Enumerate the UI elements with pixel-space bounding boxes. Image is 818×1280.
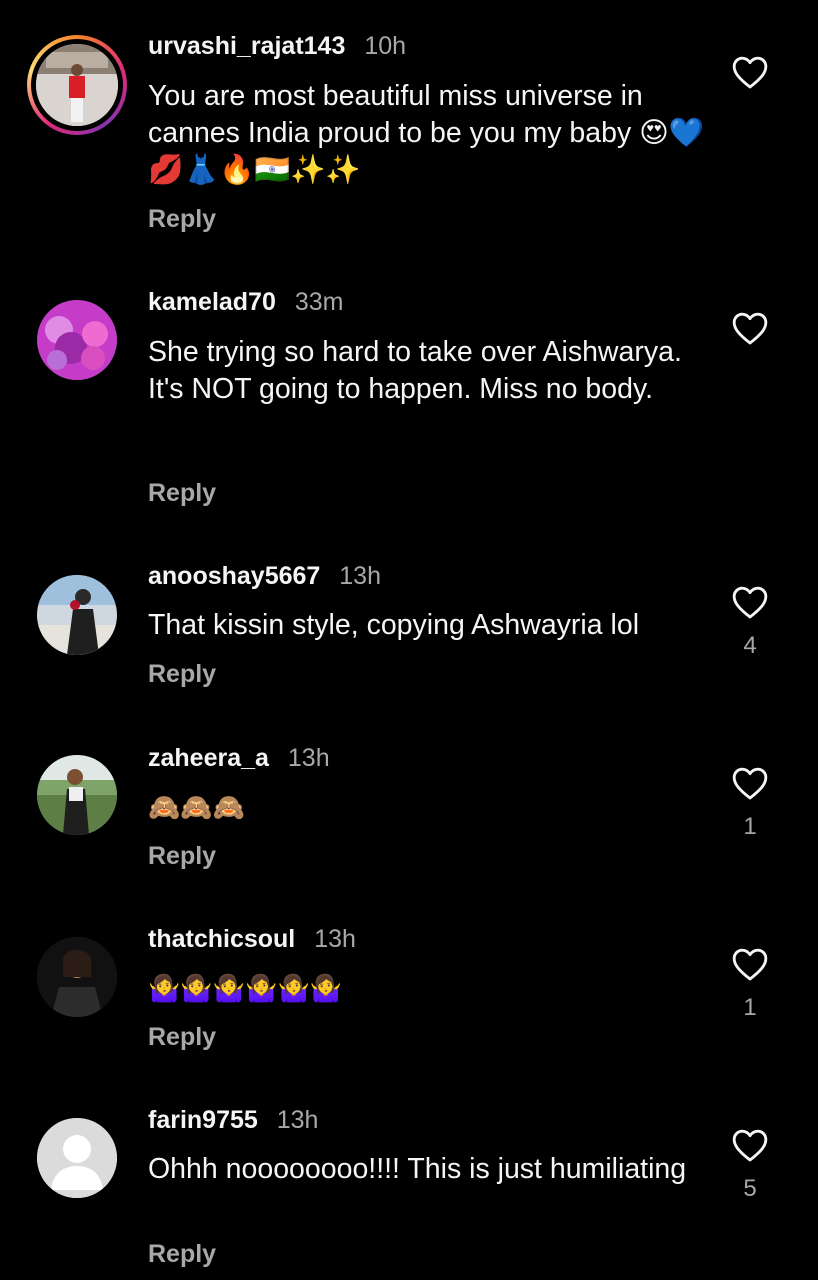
heart-icon[interactable] (731, 946, 769, 982)
comment-username[interactable]: thatchicsoul (148, 925, 295, 953)
comment-username[interactable]: farin9755 (148, 1106, 258, 1134)
heart-icon[interactable] (731, 1127, 769, 1163)
avatar[interactable] (37, 300, 117, 380)
heart-icon[interactable] (731, 54, 769, 90)
heart-icon[interactable] (731, 765, 769, 801)
heart-icon[interactable] (731, 584, 769, 620)
comment-timestamp: 10h (364, 32, 407, 60)
comment-text: 🤷‍♀️🤷‍♀️🤷‍♀️🤷‍♀️🤷‍♀️🤷‍♀️ (148, 974, 343, 1004)
reply-button[interactable]: Reply (148, 479, 216, 508)
like-count: 4 (743, 632, 757, 659)
comment-text: That kissin style, copying Ashwayria lol (148, 609, 640, 641)
comment-timestamp: 13h (276, 1106, 319, 1134)
like-count: 5 (743, 1175, 757, 1202)
avatar[interactable] (37, 755, 117, 835)
like-count: 1 (743, 813, 757, 840)
comment-username[interactable]: kamelad70 (148, 288, 276, 316)
avatar (36, 44, 118, 126)
comment-text: 🙈🙈🙈 (148, 793, 246, 823)
like-count: 1 (743, 994, 757, 1021)
comment-username[interactable]: urvashi_rajat143 (148, 32, 345, 60)
comment-text: Ohhh noooooooo!!!! This is just humiliat… (148, 1153, 687, 1185)
comment-username[interactable]: anooshay5667 (148, 562, 320, 590)
avatar[interactable] (37, 575, 117, 655)
person-silhouette-icon (37, 1118, 117, 1198)
avatar[interactable] (37, 1118, 117, 1198)
comment-text: She trying so hard to take over Aishwary… (148, 336, 682, 405)
comment-username[interactable]: zaheera_a (148, 744, 269, 772)
reply-button[interactable]: Reply (148, 660, 216, 689)
story-ring-avatar[interactable] (27, 35, 127, 135)
comment-timestamp: 13h (314, 925, 356, 953)
avatar[interactable] (37, 937, 117, 1017)
comment-text: You are most beautiful miss universe in … (148, 80, 705, 186)
reply-button[interactable]: Reply (148, 205, 216, 234)
reply-button[interactable]: Reply (148, 1240, 216, 1269)
heart-icon[interactable] (731, 310, 769, 346)
comment-timestamp: 33m (294, 288, 344, 316)
reply-button[interactable]: Reply (148, 842, 216, 871)
comment-timestamp: 13h (287, 744, 330, 772)
comment-timestamp: 13h (339, 562, 381, 590)
reply-button[interactable]: Reply (148, 1023, 216, 1052)
